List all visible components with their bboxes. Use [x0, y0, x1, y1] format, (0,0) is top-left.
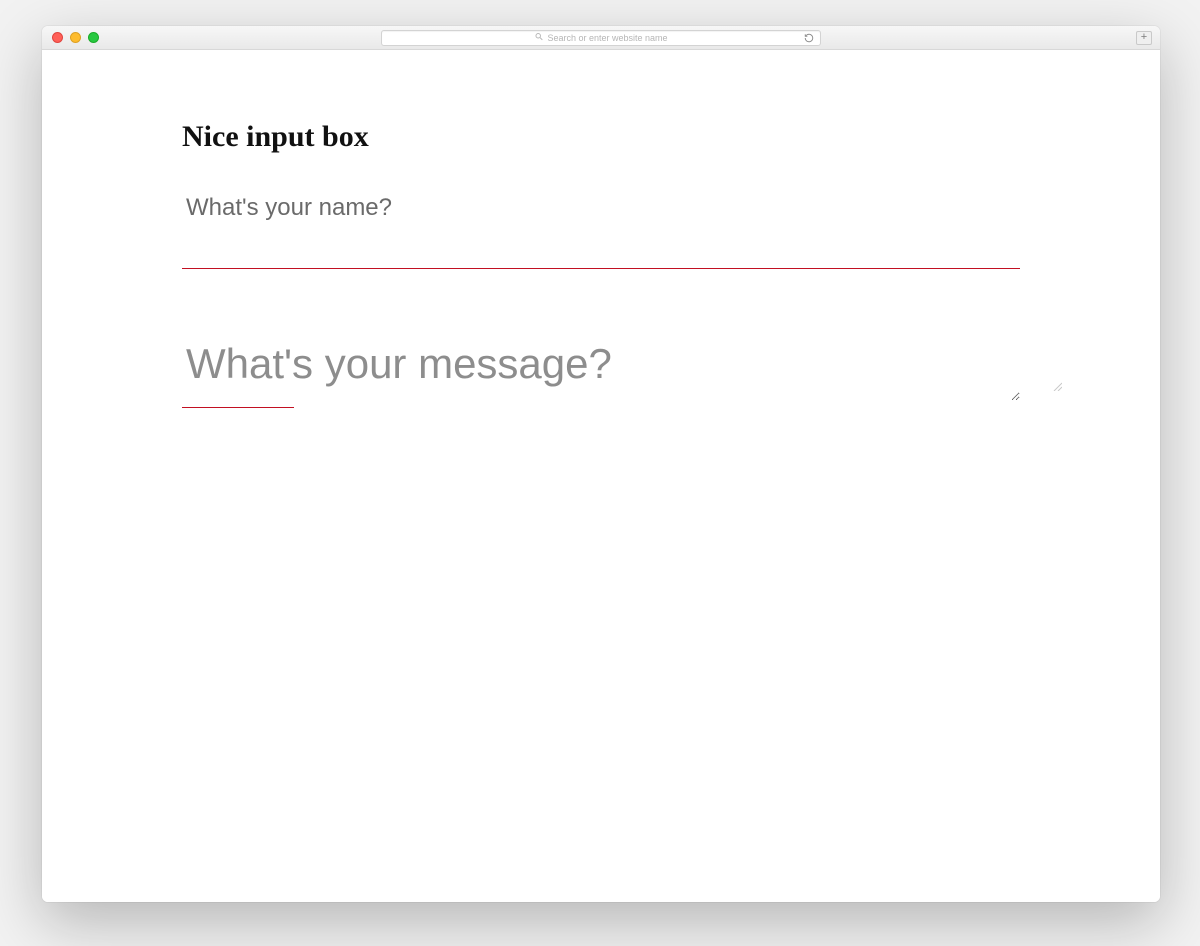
minimize-window-button[interactable] — [70, 32, 81, 43]
page-content: Nice input box — [42, 50, 1160, 902]
message-input[interactable] — [182, 341, 1020, 401]
resize-grip-icon — [1052, 378, 1062, 388]
new-tab-button[interactable]: + — [1136, 31, 1152, 45]
browser-window: Search or enter website name + Nice inpu… — [42, 26, 1160, 902]
zoom-window-button[interactable] — [88, 32, 99, 43]
close-window-button[interactable] — [52, 32, 63, 43]
window-controls — [52, 32, 99, 43]
search-icon — [534, 32, 543, 43]
page-title: Nice input box — [182, 120, 1020, 154]
reload-button[interactable] — [804, 33, 814, 43]
message-field-row — [182, 341, 1020, 406]
name-input[interactable] — [182, 194, 1020, 269]
address-placeholder-text: Search or enter website name — [547, 33, 667, 43]
address-placeholder: Search or enter website name — [534, 32, 667, 43]
plus-icon: + — [1141, 32, 1147, 43]
name-field-row — [182, 194, 1020, 269]
message-underline — [182, 407, 294, 409]
titlebar: Search or enter website name + — [42, 26, 1160, 50]
address-bar-wrap: Search or enter website name — [381, 30, 821, 46]
address-bar[interactable]: Search or enter website name — [381, 30, 821, 46]
